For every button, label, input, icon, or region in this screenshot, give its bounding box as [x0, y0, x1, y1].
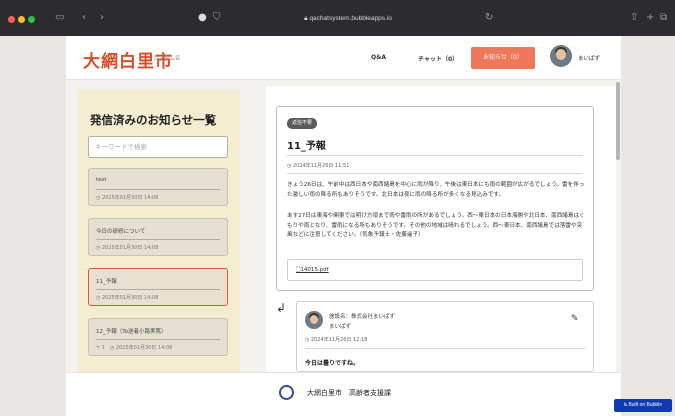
notice-item-date: ◷ 2025年01月30日 14:08 [96, 195, 159, 201]
minimize-window-button[interactable] [18, 16, 25, 23]
edit-icon[interactable]: ✎ [571, 314, 579, 324]
site-header: 大網白里市 システム名 Q&A チャット（0） お知らせ（0） まいぱず [66, 36, 621, 80]
sidebar-toggle-icon[interactable]: ▭ [55, 12, 64, 23]
notice-item-title: 12_予報（To送者小路実篤） [96, 329, 167, 335]
notice-item-title: test [96, 177, 107, 183]
no-reply-badge: 返信不要 [287, 118, 318, 129]
notice-item-date: ◷ 2025年01月30日 14:08 [96, 295, 159, 301]
attachment-filename: 14015.pdf [300, 267, 329, 273]
tabs-overview-icon[interactable]: ⧉ [660, 12, 667, 23]
notice-body-paragraph: きょう26日は、午前中は西日本や南西諸島を中心に雨が降り、午後は東日本にも雨の範… [287, 182, 585, 198]
notice-item-divider [96, 189, 220, 190]
notice-detail-card: 返信不要 11_予報 ◷ 2024年11月26日 11:51 きょう26日は、午… [276, 106, 594, 291]
notice-button[interactable]: お知らせ（0） [471, 47, 535, 69]
page-scrollbar[interactable] [616, 82, 620, 160]
notice-item[interactable]: 今日の研修について ◷ 2025年01月30日 14:08 [88, 218, 228, 256]
shield-icon[interactable]: ⛉ [213, 12, 221, 23]
attachment-link[interactable]: 🗋︎14015.pdf [287, 259, 583, 281]
notice-item[interactable]: 12_予報（To送者小路実篤） ↰ 1 ◷ 2025年01月30日 14:08 [88, 318, 228, 356]
comment-card: 施設名：株式会社まいぱず まいぱず ✎ ◷ 2024年11月26日 12:18 … [296, 301, 594, 372]
comment-date: ◷ 2024年11月26日 12:18 [305, 337, 368, 343]
close-window-button[interactable] [8, 16, 15, 23]
notice-item-date: ◷ 2025年01月30日 14:08 [96, 245, 159, 251]
commenter-organization: 施設名：株式会社まいぱず [329, 314, 396, 320]
notice-item-title: 今日の研修について [96, 229, 146, 235]
reply-arrow-icon: ↲ [276, 301, 287, 315]
notice-list-panel: 発信済みのお知らせ一覧 キーワードで検索 test ◷ 2025年01月30日 … [78, 90, 240, 372]
bubble-badge-label: Built on Bubble [628, 402, 663, 408]
commenter-avatar [305, 311, 323, 329]
title-divider [287, 155, 583, 156]
address-bar[interactable]: 🔒︎ qachatsystem.bubbleapps.io [248, 12, 448, 26]
comment-text: 今日は曇りですね。 [305, 360, 360, 367]
city-emblem-icon [279, 385, 294, 400]
search-input[interactable]: キーワードで検索 [88, 136, 228, 158]
url-text: qachatsystem.bubbleapps.io [309, 15, 392, 22]
date-divider [287, 173, 583, 174]
user-avatar[interactable] [550, 45, 572, 67]
comment-divider [305, 348, 585, 349]
notice-body-paragraph: あす27日は東海や関東では明け方頃まで雨や雷雨の所があるでしょう。西～東日本の日… [287, 213, 585, 238]
browser-toolbar: ▭ ‹ › ● ⛉ 🔒︎ qachatsystem.bubbleapps.io … [0, 0, 675, 36]
footer-organization: 大網白里市 高齢者支援課 [307, 389, 391, 397]
notice-list-title: 発信済みのお知らせ一覧 [90, 113, 217, 127]
forward-icon[interactable]: › [100, 12, 104, 23]
notice-item-title: 11_予報 [96, 279, 117, 285]
back-icon[interactable]: ‹ [82, 12, 86, 23]
nav-qa[interactable]: Q&A [371, 54, 386, 61]
share-icon[interactable]: ⇧ [630, 12, 638, 23]
main-area: 発信済みのお知らせ一覧 キーワードで検索 test ◷ 2025年01月30日 … [66, 80, 621, 372]
system-name: システム名 [153, 56, 181, 62]
privacy-icon[interactable]: ● [198, 12, 207, 23]
reload-icon[interactable]: ↻ [485, 12, 493, 23]
notice-item-divider [96, 339, 220, 340]
notice-item-divider [96, 289, 220, 290]
notice-item[interactable]: test ◷ 2025年01月30日 14:08 [88, 168, 228, 206]
notice-title: 11_予報 [287, 141, 326, 152]
notice-detail-pane: 返信不要 11_予報 ◷ 2024年11月26日 11:51 きょう26日は、午… [266, 86, 616, 372]
new-tab-icon[interactable]: + [646, 12, 654, 23]
notice-item-date: ↰ 1 ◷ 2025年01月30日 14:08 [96, 345, 173, 351]
notice-date: ◷ 2024年11月26日 11:51 [287, 163, 350, 169]
notice-item-selected[interactable]: 11_予報 ◷ 2025年01月30日 14:08 [88, 268, 228, 306]
commenter-name: まいぱず [329, 324, 352, 330]
nav-chat[interactable]: チャット（0） [418, 54, 458, 63]
user-name[interactable]: まいぱず [578, 54, 600, 62]
built-on-bubble-badge[interactable]: ᑲ Built on Bubble [614, 399, 672, 412]
notice-item-divider [96, 239, 220, 240]
site-footer: 大網白里市 高齢者支援課 [66, 372, 621, 416]
maximize-window-button[interactable] [28, 16, 35, 23]
